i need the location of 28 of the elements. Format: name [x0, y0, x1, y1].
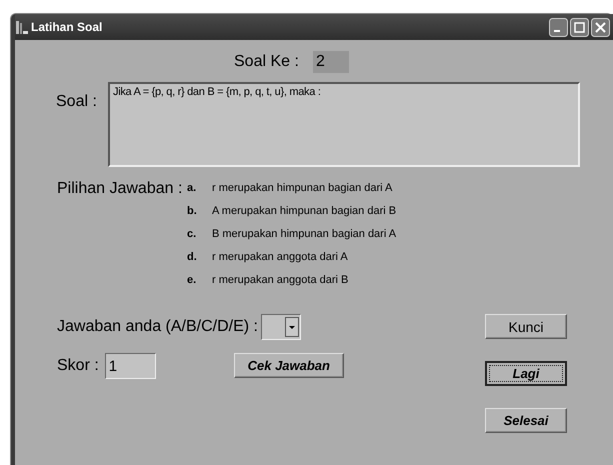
option-letter: d.	[187, 251, 198, 263]
minimize-icon[interactable]	[549, 18, 568, 36]
option-text: r merupakan anggota dari A	[212, 251, 348, 263]
question-number-field: 2	[312, 51, 349, 73]
action-button[interactable]: Kunci	[485, 314, 567, 339]
option-letter: a.	[187, 182, 198, 194]
action-button[interactable]: Selesai	[485, 408, 567, 433]
option-text: r merupakan himpunan bagian dari A	[212, 182, 392, 194]
score-field[interactable]: 1	[104, 353, 156, 379]
score-label: Skor :	[57, 357, 99, 375]
app-icon	[15, 19, 29, 35]
option-text: r merupakan anggota dari B	[212, 274, 348, 286]
option-letter: e.	[187, 274, 198, 286]
option-text: A merupakan himpunan bagian dari B	[212, 205, 396, 217]
question-text-area[interactable]: Jika A = {p, q, r} dan B = {m, p, q, t, u}, maka :	[108, 82, 580, 167]
question-number-label: Soal Ke :	[234, 53, 299, 71]
action-button[interactable]: Cek Jawaban	[234, 353, 344, 378]
close-icon[interactable]	[591, 18, 610, 36]
action-button[interactable]: Lagi	[485, 361, 567, 386]
option-letter: c.	[187, 228, 198, 240]
maximize-icon[interactable]	[570, 18, 589, 36]
window-title: Latihan Soal	[31, 20, 104, 34]
option-letter: b.	[187, 205, 198, 217]
question-label: Soal :	[56, 93, 98, 112]
answer-dropdown[interactable]	[260, 314, 301, 340]
option-text: B merupakan himpunan bagian dari A	[212, 228, 396, 240]
answer-label: Jawaban anda (A/B/C/D/E) :	[57, 318, 258, 336]
choices-label: Pilihan Jawaban :	[57, 180, 184, 199]
